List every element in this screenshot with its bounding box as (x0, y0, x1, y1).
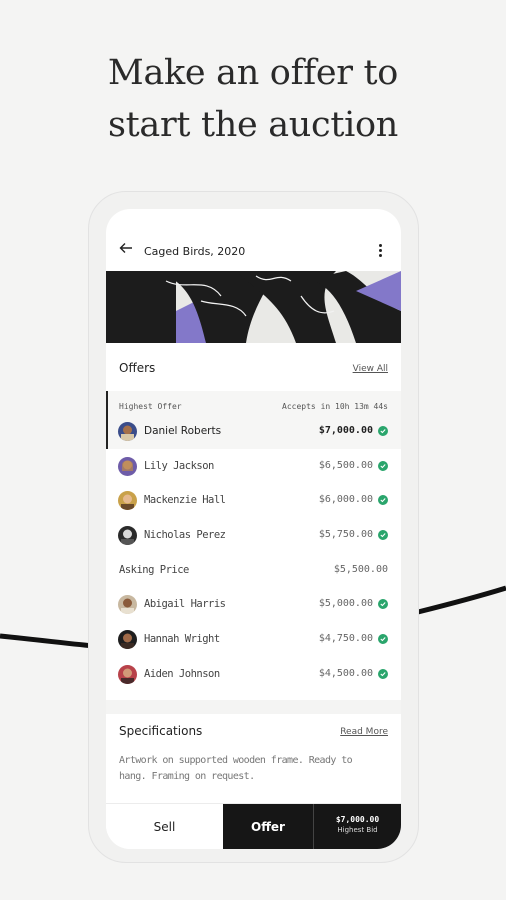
avatar (118, 491, 137, 510)
avatar (118, 595, 137, 614)
offer-amount: $4,500.00 (318, 668, 373, 679)
asking-price-amount: $5,500.00 (333, 564, 388, 575)
offer-name: Nicholas Perez (144, 529, 226, 541)
auction-timer: Accepts in 10h 13m 44s (282, 402, 388, 411)
offer-name: Hannah Wright (144, 633, 220, 645)
offer-name: Mackenzie Hall (144, 494, 226, 506)
avatar (118, 422, 137, 441)
avatar (118, 665, 137, 684)
highest-offer-label: Highest Offer (119, 402, 182, 411)
asking-price-label: Asking Price (119, 564, 189, 576)
avatar (118, 526, 137, 545)
headline-line-1: Make an offer to (107, 53, 399, 93)
offer-name: Lily Jackson (144, 460, 214, 472)
highest-bid-amount: $7,000.00 (335, 815, 380, 824)
highest-bid-display: $7,000.00 Highest Bid (313, 804, 401, 849)
offer-row[interactable]: Daniel Roberts $7,000.00 (106, 416, 401, 446)
offer-name: Daniel Roberts (144, 425, 222, 437)
offer-row[interactable]: Abigail Harris $5,000.00 (106, 589, 401, 619)
offer-amount: $5,000.00 (318, 598, 373, 609)
check-icon (378, 461, 388, 471)
offer-name: Aiden Johnson (144, 668, 220, 680)
offer-amount: $7,000.00 (318, 425, 373, 436)
check-icon (378, 634, 388, 644)
offer-amount: $5,750.00 (318, 529, 373, 540)
offer-row[interactable]: Mackenzie Hall $6,000.00 (106, 485, 401, 515)
check-icon (378, 530, 388, 540)
headline: Make an offer to start the auction (0, 47, 506, 151)
specifications-text: Artwork on supported wooden frame. Ready… (119, 755, 353, 782)
avatar (118, 457, 137, 476)
specifications-heading: Specifications (119, 724, 203, 738)
offer-amount: $4,750.00 (318, 633, 373, 644)
offer-row[interactable]: Lily Jackson $6,500.00 (106, 451, 401, 481)
arrow-left-icon[interactable] (118, 240, 134, 256)
view-all-link[interactable]: View All (353, 364, 388, 374)
offer-row[interactable]: Hannah Wright $4,750.00 (106, 624, 401, 654)
offers-heading: Offers (119, 361, 156, 375)
sell-button[interactable]: Sell (106, 804, 223, 849)
offer-amount: $6,000.00 (318, 494, 373, 505)
section-divider (106, 700, 401, 714)
offer-row[interactable]: Aiden Johnson $4,500.00 (106, 659, 401, 689)
check-icon (378, 669, 388, 679)
avatar (118, 630, 137, 649)
phone-screen: Caged Birds, 2020 Offers View All Highes… (106, 209, 401, 849)
more-vertical-icon[interactable] (379, 244, 383, 258)
offer-amount: $6,500.00 (318, 460, 373, 471)
check-icon (378, 426, 388, 436)
highest-bid-label: Highest Bid (337, 826, 378, 834)
bottom-action-bar: Sell Offer $7,000.00 Highest Bid (106, 803, 401, 849)
read-more-link[interactable]: Read More (340, 727, 388, 737)
page-title: Caged Birds, 2020 (144, 245, 246, 258)
app-bar: Caged Birds, 2020 (106, 209, 401, 271)
offer-row[interactable]: Nicholas Perez $5,750.00 (106, 520, 401, 550)
artwork-image (106, 271, 401, 343)
offer-button[interactable]: Offer (223, 804, 313, 849)
offer-name: Abigail Harris (144, 598, 226, 610)
check-icon (378, 599, 388, 609)
headline-line-2: start the auction (107, 105, 399, 145)
check-icon (378, 495, 388, 505)
